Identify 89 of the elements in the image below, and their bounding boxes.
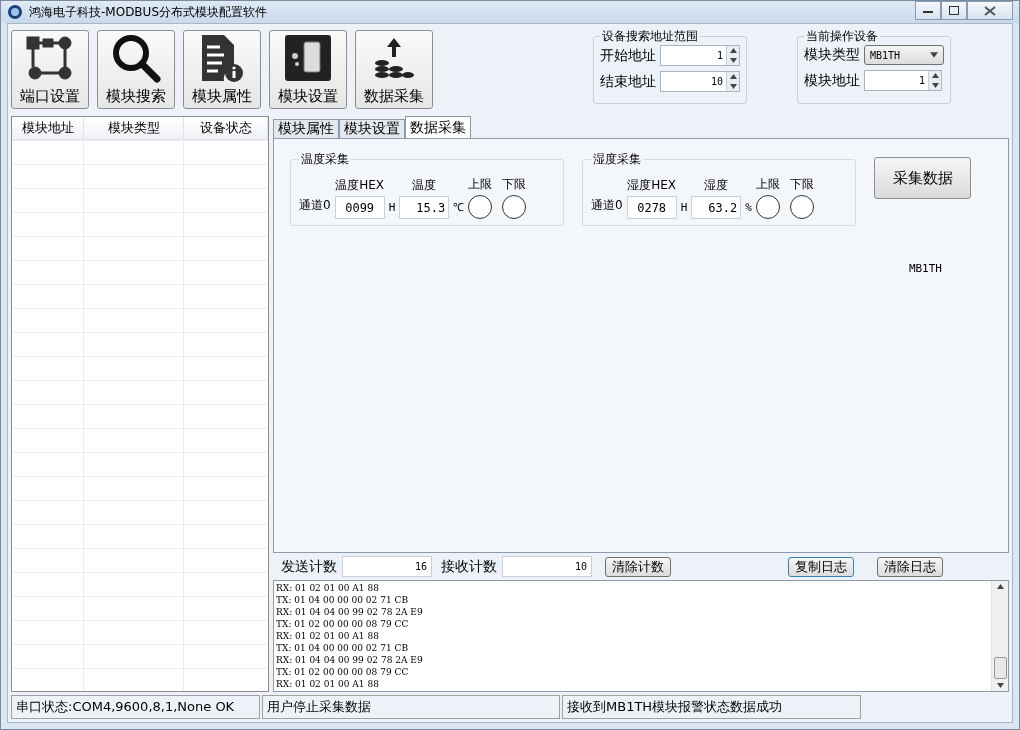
toolbar-button[interactable]: 数据采集 [355, 30, 433, 109]
field-label: 发送计数 [281, 557, 337, 576]
log-line: TX: 01 04 00 00 00 02 71 CB [276, 642, 409, 654]
maximize-button[interactable] [941, 1, 967, 20]
indicator-light [468, 195, 493, 219]
close-icon [984, 5, 996, 16]
log-area[interactable] [273, 580, 1009, 692]
app-logo-icon [7, 4, 23, 20]
address-spinbox[interactable]: 1 [864, 70, 942, 91]
field-label: 上限 [468, 176, 493, 193]
group-title: 设备搜索地址范围 [601, 28, 699, 45]
log-line: TX: 01 04 00 00 00 02 71 CB [276, 594, 409, 606]
column-header: 模块类型 [84, 117, 184, 139]
value-field[interactable]: 63.2 [691, 196, 742, 219]
field-label: 下限 [502, 176, 527, 193]
status-text: 串口状态:COM4,9600,8,1,None OK [11, 695, 260, 719]
down-arrow-icon[interactable] [931, 82, 939, 88]
caret-icon[interactable] [930, 52, 938, 58]
toolbar-button[interactable]: 模块搜索 [97, 30, 175, 109]
hex-value-field[interactable]: 0278 [626, 196, 677, 219]
clear-log-button[interactable]: 清除日志 [877, 556, 943, 577]
status-text: 用户停止采集数据 [262, 695, 560, 719]
toolbar-button[interactable]: 模块设置 [269, 30, 347, 109]
up-arrow-icon[interactable] [729, 74, 737, 80]
clear-count-button[interactable]: 清除计数 [605, 556, 671, 577]
log-line: TX: 01 02 00 00 00 08 79 CC [276, 618, 410, 630]
indicator-light [789, 195, 814, 219]
module-type-dropdown[interactable]: MB1TH [864, 45, 944, 65]
search-icon [111, 32, 161, 83]
count-field[interactable]: 10 [502, 556, 592, 577]
phone-settings-icon [284, 33, 332, 82]
up-arrow-icon[interactable] [996, 584, 1004, 589]
field-label: 温度HEX [335, 177, 385, 194]
unit-label: H [388, 201, 396, 216]
scrollbar-thumb[interactable] [993, 657, 1007, 679]
column-header: 模块地址 [12, 117, 84, 139]
down-arrow-icon[interactable] [996, 683, 1004, 688]
scrollbar[interactable] [991, 581, 1008, 691]
column-header: 设备状态 [184, 117, 268, 139]
unit-label: % [745, 201, 752, 216]
document-info-icon [200, 32, 244, 83]
hex-value-field[interactable]: 0099 [334, 196, 385, 219]
tab[interactable]: 模块属性 [273, 119, 339, 138]
unit-label: ℃ [453, 200, 465, 216]
close-button[interactable] [967, 1, 1013, 20]
log-line: RX: 01 02 01 00 A1 88 [276, 678, 380, 690]
field-label: 湿度 [704, 177, 729, 194]
toolbar-button[interactable]: 端口设置 [11, 30, 89, 109]
field-label: 温度 [412, 177, 437, 194]
window-title: 鸿海电子科技-MODBUS分布式模块配置软件 [29, 3, 267, 21]
down-arrow-icon[interactable] [729, 83, 737, 89]
tab[interactable]: 模块设置 [339, 119, 405, 138]
address-spinbox[interactable]: 10 [660, 71, 740, 92]
log-line: RX: 01 04 04 00 99 02 78 2A E9 [276, 654, 424, 666]
maximize-icon [949, 6, 959, 15]
minimize-button[interactable] [915, 1, 941, 20]
log-line: RX: 01 02 01 00 A1 88 [276, 630, 380, 642]
status-text: 接收到MB1TH模块报警状态数据成功 [562, 695, 861, 719]
up-arrow-icon[interactable] [931, 73, 939, 79]
log-line: RX: 01 02 01 00 A1 88 [276, 582, 380, 594]
log-line: TX: 01 02 00 00 00 08 79 CC [276, 666, 410, 678]
channel-label: 通道0 [591, 197, 623, 214]
group-title: 当前操作设备 [805, 28, 879, 45]
collect-data-button[interactable]: 采集数据 [874, 157, 971, 199]
count-field[interactable]: 16 [342, 556, 432, 577]
field-label: 模块类型 [804, 46, 860, 64]
up-arrow-icon[interactable] [729, 48, 737, 54]
copy-log-button[interactable]: 复制日志 [788, 556, 854, 577]
field-label: 上限 [755, 176, 780, 193]
indicator-light [502, 195, 527, 219]
field-label: 开始地址 [600, 46, 656, 65]
field-label: 湿度HEX [627, 177, 677, 194]
channel-label: 通道0 [299, 197, 331, 214]
down-arrow-icon[interactable] [729, 57, 737, 63]
group-title: 温度采集 [300, 151, 350, 168]
log-line: RX: 01 04 04 00 99 02 78 2A E9 [276, 606, 424, 618]
toolbar-button[interactable]: 模块属性 [183, 30, 261, 109]
field-label: 模块地址 [804, 71, 860, 90]
value-field[interactable]: 15.3 [399, 196, 450, 219]
address-spinbox[interactable]: 1 [660, 45, 740, 66]
tab[interactable]: 数据采集 [405, 116, 471, 138]
field-label: 下限 [789, 176, 814, 193]
group-title: 湿度采集 [592, 151, 642, 168]
flowchart-icon [25, 34, 75, 81]
field-label: 接收计数 [441, 557, 497, 576]
indicator-light [755, 195, 780, 219]
field-label: 结束地址 [600, 72, 656, 91]
model-label: MB1TH [908, 262, 942, 275]
unit-label: H [680, 201, 688, 216]
